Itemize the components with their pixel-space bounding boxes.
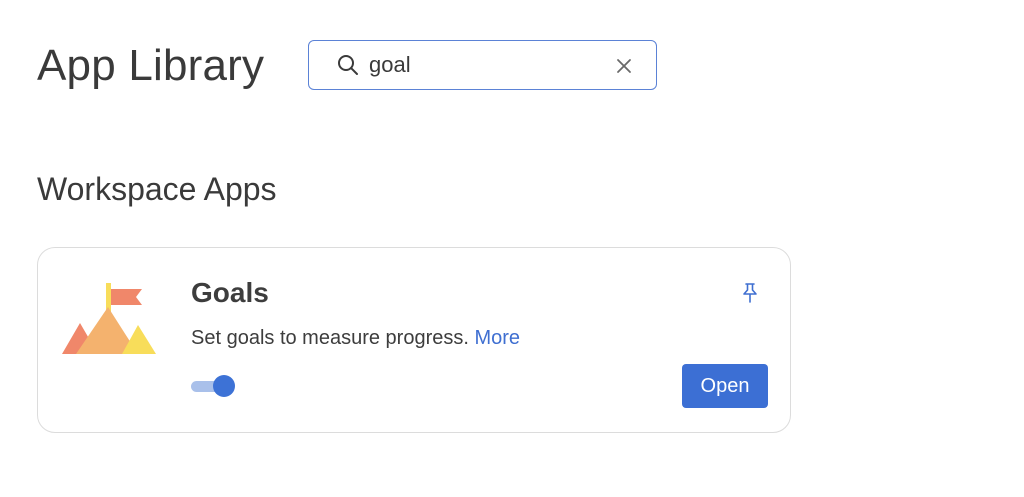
page-title: App Library xyxy=(37,41,265,90)
close-icon[interactable] xyxy=(615,57,633,75)
app-card: Goals Set goals to measure progress. Mor… xyxy=(37,247,791,433)
search-input[interactable] xyxy=(369,49,599,81)
pin-icon[interactable] xyxy=(739,282,761,304)
section-title: Workspace Apps xyxy=(37,171,277,207)
search-icon xyxy=(338,55,358,75)
app-description: Set goals to measure progress. More xyxy=(191,325,520,351)
mountain-flag-icon xyxy=(62,283,156,354)
app-description-text: Set goals to measure progress. xyxy=(191,327,469,349)
app-name: Goals xyxy=(191,277,269,308)
open-button[interactable]: Open xyxy=(682,364,768,408)
search-box[interactable] xyxy=(308,40,657,90)
toggle-knob xyxy=(213,375,235,397)
enable-toggle[interactable] xyxy=(191,375,237,397)
more-link[interactable]: More xyxy=(474,327,520,349)
